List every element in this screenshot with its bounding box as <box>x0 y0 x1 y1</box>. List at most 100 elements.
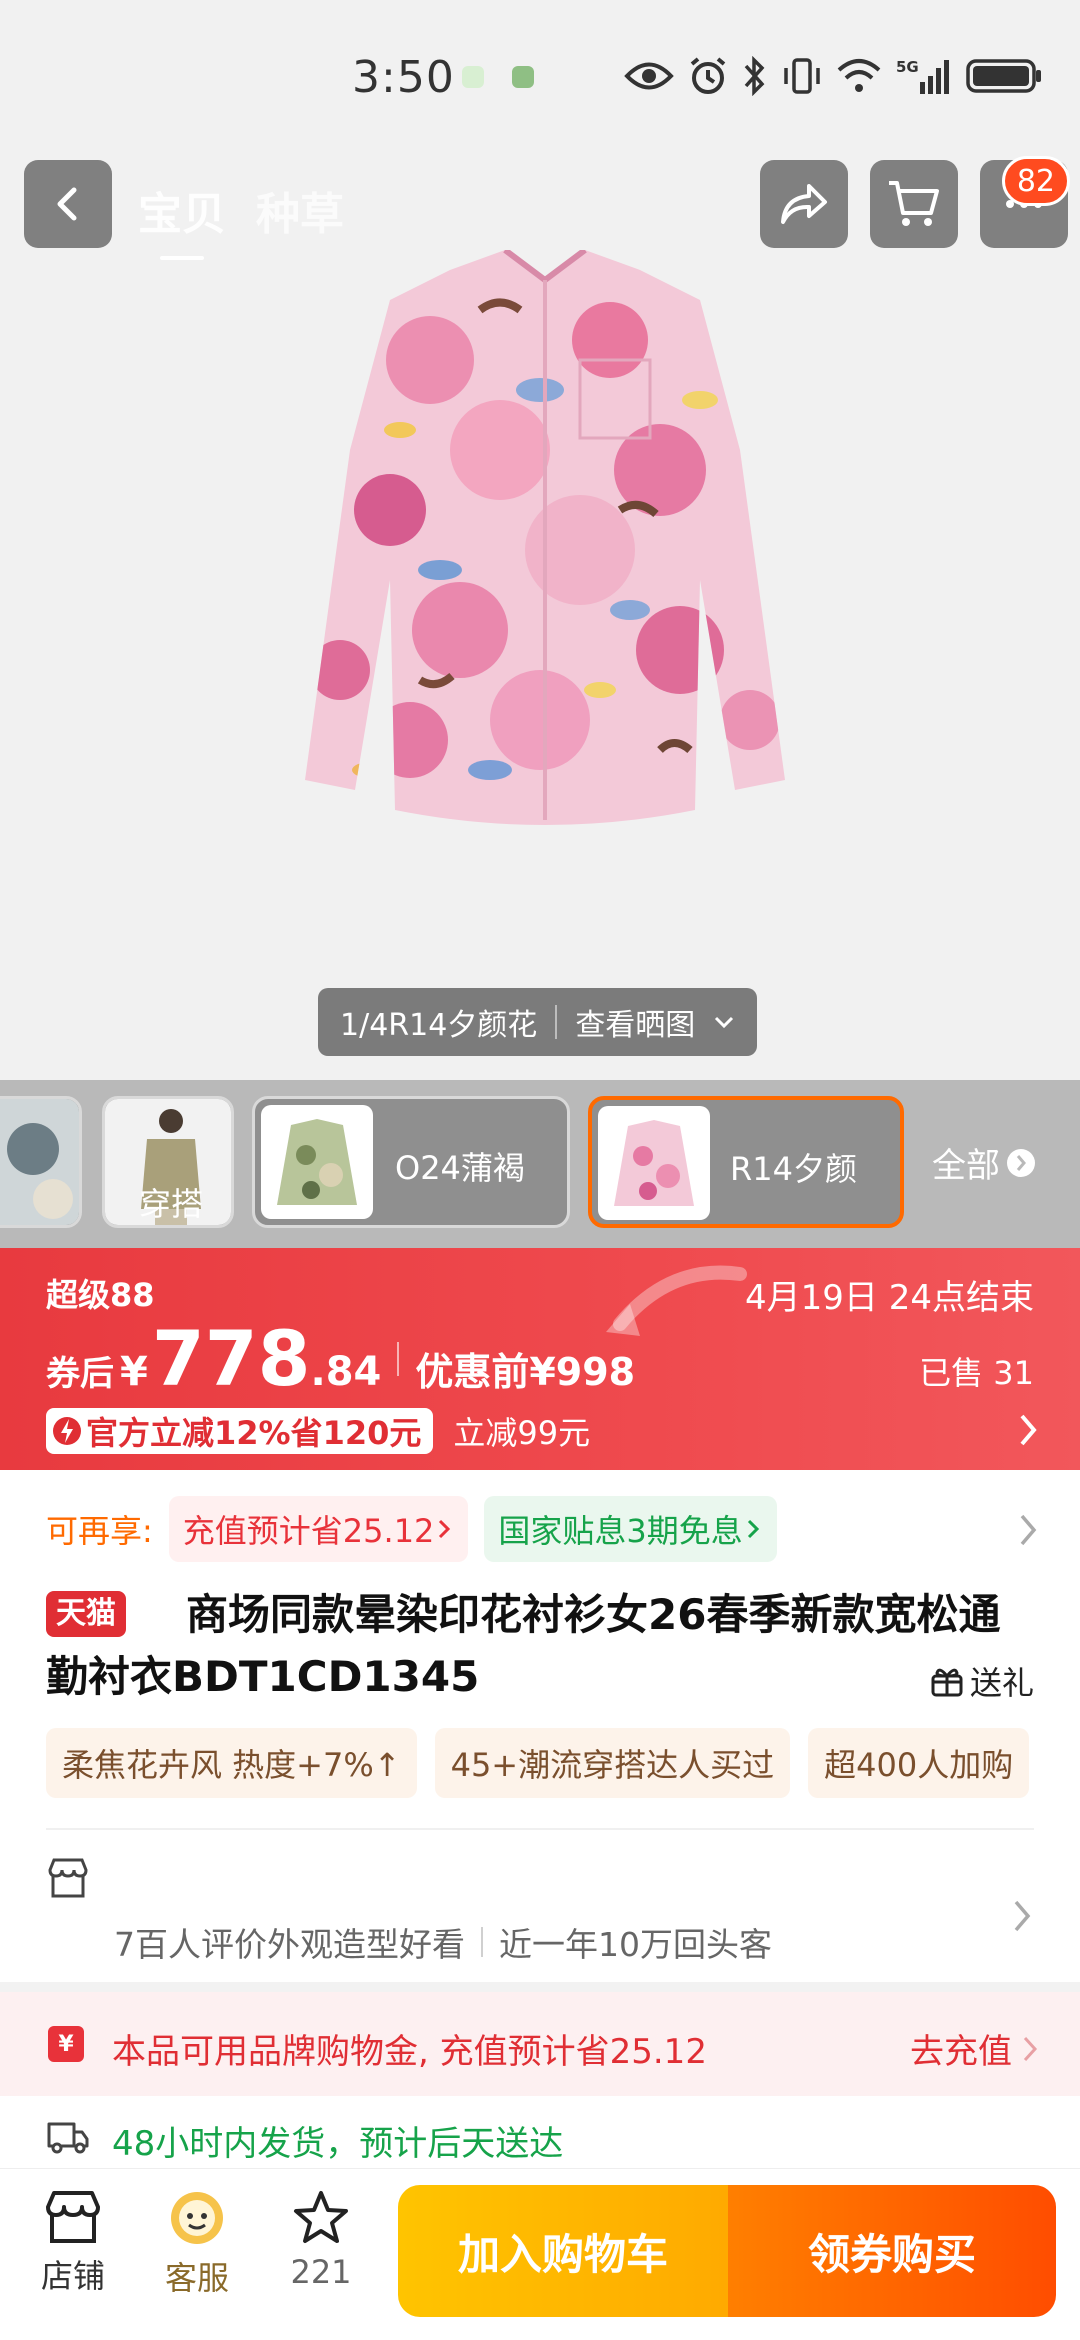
variant-outfit-label: 穿搭 <box>139 1185 204 1223</box>
signal-icon: 5G <box>896 58 949 94</box>
promo-name: 超级88 <box>46 1276 155 1314</box>
shopping-credit-icon: ¥ <box>48 2026 84 2062</box>
variant-o24-label: O24蒲褐 <box>395 1149 525 1187</box>
variant-strip[interactable]: 穿搭 O24蒲褐 R14夕颜 全部 <box>0 1080 1080 1248</box>
sold-count: 已售 31 <box>919 1354 1034 1392</box>
share-icon <box>781 184 827 224</box>
buy-with-coupon-button[interactable]: 领券购买 <box>728 2185 1056 2317</box>
installment-offer-text: 国家贴息3期免息 <box>498 1512 743 1550</box>
status-time: 3:50 <box>352 52 455 103</box>
share-button[interactable] <box>760 160 848 248</box>
all-variants-label: 全部 <box>932 1146 1000 1186</box>
review-summary: 7百人评价外观造型好看 近一年10万回头客 <box>114 1918 772 1966</box>
status-bar: 3:50 5G <box>0 0 1080 150</box>
alarm-icon <box>690 57 726 94</box>
highlight-tag[interactable]: 柔焦花卉风 热度+7%↑ <box>46 1728 417 1798</box>
divider <box>397 1341 400 1376</box>
chevron-right-icon <box>1014 1900 1031 1932</box>
top-navigation: 宝贝 种草 82 <box>0 156 1080 260</box>
gift-button[interactable]: 送礼 <box>930 1658 1034 1704</box>
gift-label: 送礼 <box>969 1664 1034 1702</box>
offers-row[interactable]: 可再享: 充值预计省25.12 国家贴息3期免息 <box>46 1496 777 1562</box>
reviews-row[interactable]: 7百人评价外观造型好看 近一年10万回头客 <box>46 1856 1034 1966</box>
cart-icon <box>889 181 939 226</box>
highlight-tag[interactable]: 45+潮流穿搭达人买过 <box>434 1728 791 1798</box>
delivery-truck-icon <box>47 2122 89 2154</box>
image-counter: 1/4R14夕颜花 <box>340 1008 538 1043</box>
bottom-action-bar: 店铺 客服 221 加入购物车 领券购买 <box>0 2168 1080 2340</box>
more-button[interactable]: 82 <box>980 156 1070 248</box>
chevron-right-circle-icon <box>1007 1148 1035 1177</box>
back-button[interactable] <box>24 160 112 248</box>
variant-outfit[interactable]: 穿搭 <box>102 1096 234 1228</box>
price-before-discount: 优惠前¥998 <box>415 1350 636 1394</box>
chevron-left-icon <box>57 187 77 221</box>
official-reduction-tag: 官方立减12%省120元 <box>46 1408 434 1454</box>
variant-r14[interactable]: R14夕颜 <box>588 1096 904 1228</box>
product-info: 可再享: 充值预计省25.12 国家贴息3期免息 天猫 商场同款晕染印花衬衫女26… <box>0 1470 1080 1982</box>
variant-partial[interactable] <box>0 1096 82 1228</box>
message-count-badge: 82 <box>1001 156 1070 206</box>
highlight-tags: 柔焦花卉风 热度+7%↑ 45+潮流穿搭达人买过 超400人加购 <box>46 1728 1080 1798</box>
product-gallery[interactable]: 3:50 5G 宝贝 种草 82 1/4R14夕颜花 查看晒图 <box>0 0 1080 1080</box>
recharge-banner[interactable]: ¥ 本品可用品牌购物金, 充值预计省25.12 去充值 <box>0 1992 1080 2096</box>
review-summary-text: 7百人评价外观造型好看 <box>114 1925 465 1964</box>
price-integer: 778 <box>151 1314 311 1403</box>
promo-end-time: 4月19日 24点结束 <box>745 1278 1034 1318</box>
store-icon <box>48 1858 88 1898</box>
offers-label: 可再享: <box>46 1512 153 1550</box>
price-banner[interactable]: 超级88 4月19日 24点结束 券后 ¥ 778 .84 优惠前¥998 已售… <box>0 1248 1080 1470</box>
store-button[interactable]: 店铺 <box>18 2189 128 2297</box>
favorite-button[interactable]: 221 <box>266 2189 376 2291</box>
customer-service-button[interactable]: 客服 <box>142 2189 252 2299</box>
installment-offer-chip[interactable]: 国家贴息3期免息 <box>484 1496 777 1562</box>
customer-service-label: 客服 <box>164 2259 229 2297</box>
price-decimal: .84 <box>310 1349 382 1395</box>
variant-r14-label: R14夕颜 <box>730 1150 857 1188</box>
recharge-button[interactable]: 去充值 <box>910 2024 1040 2073</box>
reduction-row: 官方立减12%省120元 立减99元 <box>46 1408 590 1454</box>
view-photos-link[interactable]: 查看晒图 <box>575 1000 695 1044</box>
star-icon <box>294 2191 348 2243</box>
chevron-right-icon <box>747 1519 759 1539</box>
shipping-text: 48小时内发货，预计后天送达 <box>112 2124 564 2164</box>
price-row: 券后 ¥ 778 .84 优惠前¥998 <box>46 1314 635 1403</box>
battery-icon <box>966 59 1041 93</box>
cart-button[interactable] <box>870 160 958 248</box>
variant-o24[interactable]: O24蒲褐 <box>252 1096 570 1228</box>
notification-dot-icon <box>462 66 484 88</box>
wifi-icon <box>837 59 881 92</box>
chevron-right-icon[interactable] <box>1016 1510 1040 1550</box>
store-icon <box>46 2191 100 2243</box>
repeat-customer-text: 近一年10万回头客 <box>499 1925 772 1964</box>
notification-app-icon <box>512 66 534 88</box>
tab-product[interactable]: 宝贝 <box>138 178 226 260</box>
product-title: 商场同款晕染印花衬衫女26春季新款宽松通勤衬衣BDT1CD1345 <box>46 1590 1001 1701</box>
recharge-offer-text: 充值预计省25.12 <box>182 1512 435 1550</box>
product-title-block: 天猫 商场同款晕染印花衬衫女26春季新款宽松通勤衬衣BDT1CD1345 <box>46 1584 1036 1708</box>
store-label: 店铺 <box>40 2257 105 2295</box>
chevron-right-icon <box>439 1519 451 1539</box>
favorite-count: 221 <box>290 2253 352 2291</box>
chevron-right-icon <box>1023 2036 1038 2061</box>
recharge-text: 本品可用品牌购物金, 充值预计省25.12 <box>112 2032 707 2072</box>
variant-r14-thumb <box>598 1106 710 1220</box>
product-image <box>305 250 785 825</box>
shipping-row[interactable]: 48小时内发货，预计后天送达 <box>0 2096 1080 2176</box>
all-variants-button[interactable]: 全部 <box>932 1138 1036 1187</box>
section-gap <box>0 1982 1080 1992</box>
gift-icon <box>931 1668 963 1697</box>
divider <box>481 1927 483 1957</box>
vibrate-icon <box>784 58 820 94</box>
highlight-tag[interactable]: 超400人加购 <box>808 1728 1030 1798</box>
tmall-badge: 天猫 <box>46 1591 126 1637</box>
tab-grass[interactable]: 种草 <box>256 178 344 242</box>
recharge-offer-chip[interactable]: 充值预计省25.12 <box>168 1496 469 1562</box>
divider <box>555 1005 558 1039</box>
variant-o24-thumb <box>261 1105 373 1219</box>
add-to-cart-button[interactable]: 加入购物车 <box>398 2185 728 2317</box>
chevron-right-icon[interactable] <box>1016 1410 1040 1450</box>
bluetooth-icon <box>744 56 765 96</box>
image-indicator[interactable]: 1/4R14夕颜花 查看晒图 <box>318 988 758 1056</box>
recharge-button-label: 去充值 <box>910 2032 1012 2072</box>
